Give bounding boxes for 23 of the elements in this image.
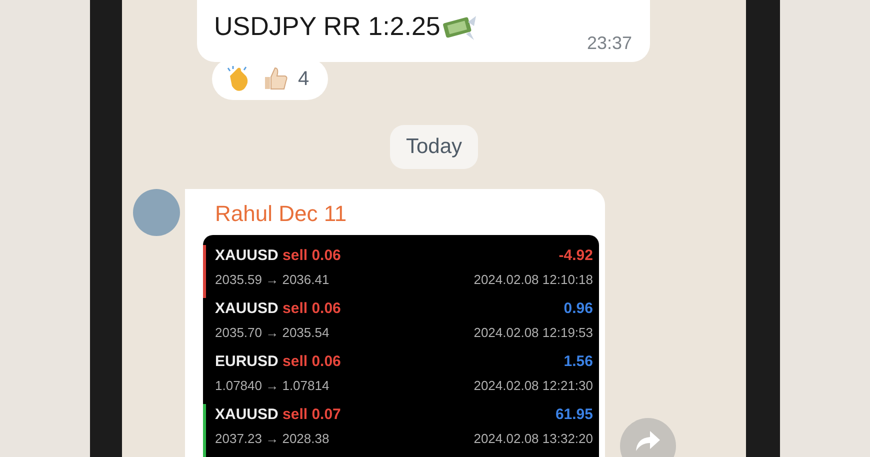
trade-symbol: XAUUSD sell 0.07 bbox=[215, 406, 342, 424]
trade-datetime: 2024.02.08 12:21:30 bbox=[474, 378, 593, 394]
date-separator: Today bbox=[390, 125, 478, 169]
trade-datetime: 2024.02.08 13:32:20 bbox=[474, 430, 593, 447]
message-time: 23:37 bbox=[586, 33, 632, 54]
trade-prices: 1.07840 → 1.07814 bbox=[215, 378, 330, 394]
trade-profit: 0.96 bbox=[562, 300, 593, 318]
share-arrow-icon bbox=[635, 430, 661, 452]
trade-datetime: 2024.02.08 12:19:53 bbox=[474, 324, 593, 341]
trade-profit: 61.95 bbox=[554, 406, 593, 424]
trade-symbol: XAUUSD sell 0.06 bbox=[215, 247, 342, 266]
trade-profit: -4.92 bbox=[558, 247, 593, 266]
trade-datetime: 2024.02.08 12:10:18 bbox=[474, 272, 593, 288]
trade-symbol: EURUSD sell 0.06 bbox=[215, 353, 342, 372]
avatar[interactable] bbox=[133, 189, 180, 236]
trade-prices: 2035.70 → 2035.54 bbox=[215, 324, 330, 341]
trade-symbol: XAUUSD sell 0.06 bbox=[215, 300, 342, 318]
message-text: USDJPY RR 1:2.25 bbox=[214, 11, 478, 42]
trade-profit: 1.56 bbox=[562, 353, 593, 372]
reaction-count: 4 bbox=[298, 68, 310, 90]
trade-prices: 2035.59 → 2036.41 bbox=[215, 272, 330, 288]
trade-prices: 2037.23 → 2028.38 bbox=[215, 430, 330, 447]
sender-name[interactable]: Rahul Dec 11 bbox=[215, 201, 599, 227]
